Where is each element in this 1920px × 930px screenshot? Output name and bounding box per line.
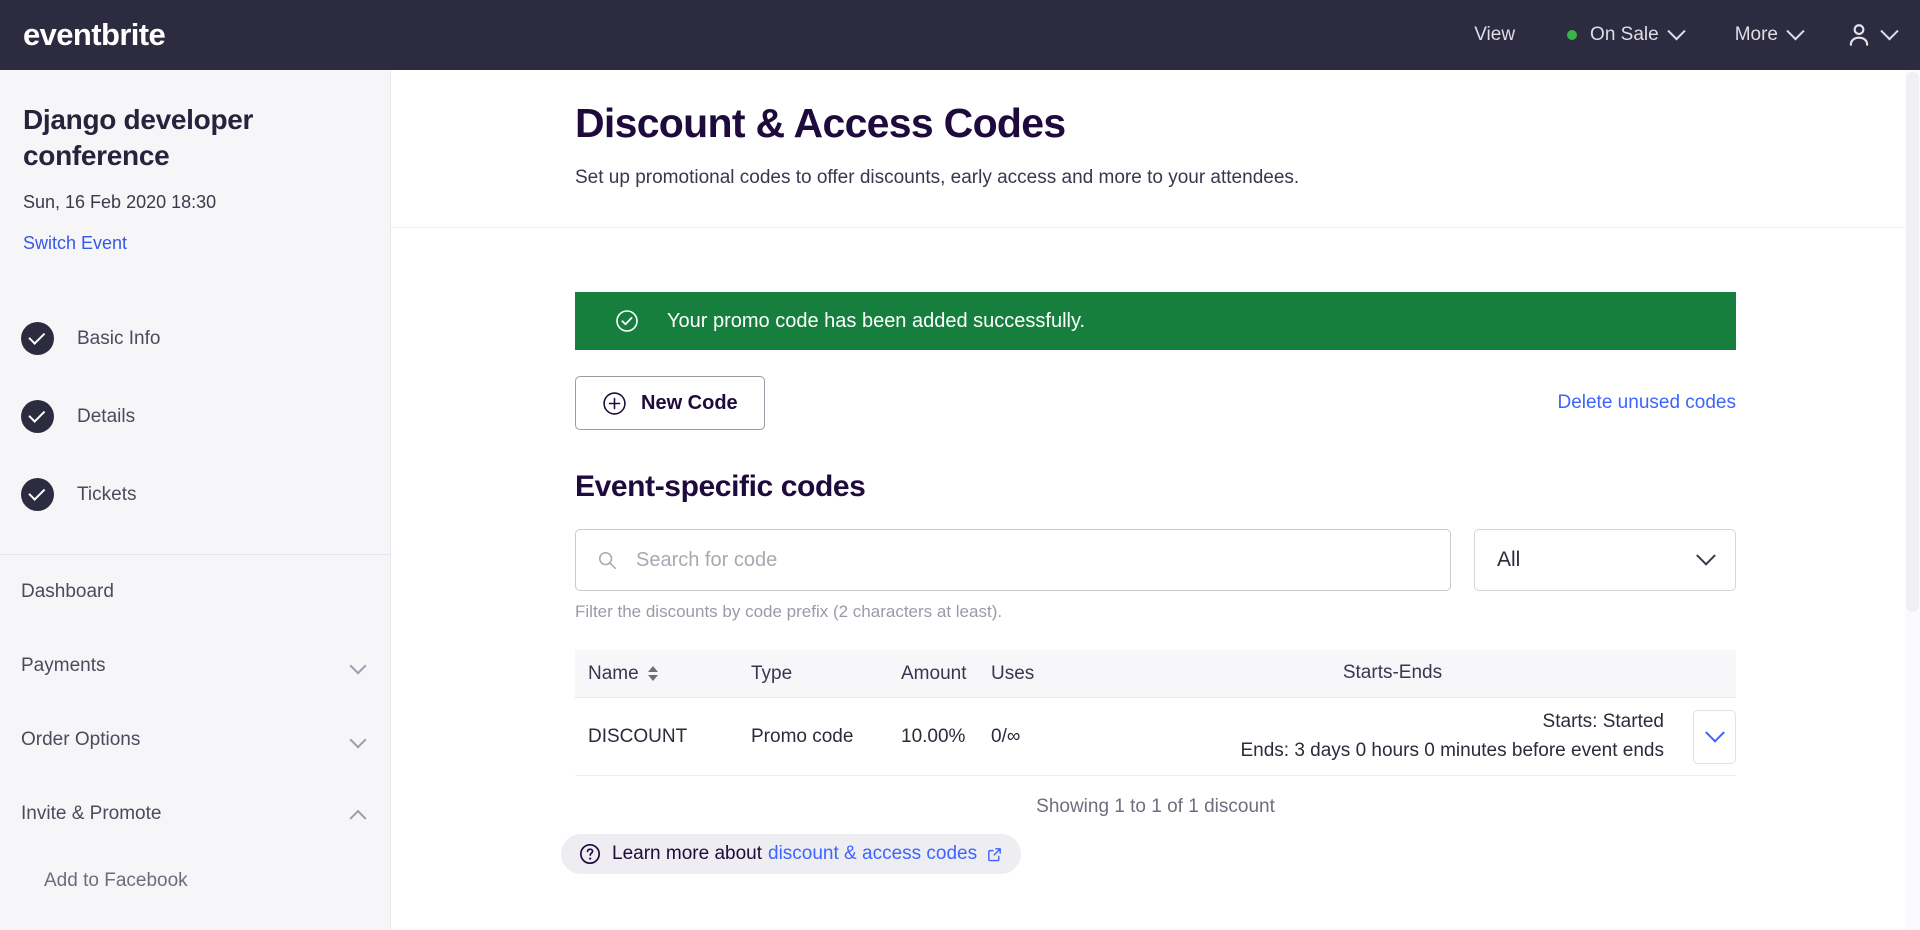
table-header-row: Name Type Amount Uses Starts-Ends	[575, 650, 1736, 698]
success-alert-message: Your promo code has been added successfu…	[667, 309, 1086, 332]
chevron-down-icon	[1667, 21, 1686, 40]
chevron-down-icon	[1786, 21, 1805, 40]
search-box[interactable]	[575, 529, 1451, 591]
cell-ends: Ends: 3 days 0 hours 0 minutes before ev…	[1240, 739, 1664, 761]
expand-row-button[interactable]	[1693, 709, 1736, 764]
check-circle-icon	[616, 310, 638, 332]
eventbrite-logo[interactable]: eventbrite	[23, 17, 166, 53]
actions-row: New Code Delete unused codes	[575, 376, 1736, 430]
row-expand-cell	[1674, 709, 1736, 764]
plus-circle-icon	[603, 391, 626, 415]
sidebar-item-label: Basic Info	[77, 327, 161, 349]
cell-starts: Starts: Started	[1542, 711, 1664, 732]
delete-unused-codes-link[interactable]: Delete unused codes	[1557, 392, 1736, 414]
page-title: Discount & Access Codes	[575, 100, 1066, 146]
column-header-name-label: Name	[588, 662, 639, 684]
chevron-down-icon	[349, 731, 367, 749]
top-navigation-bar: eventbrite View On Sale More	[0, 0, 1920, 70]
table-row: DISCOUNT Promo code 10.00% 0/∞ Starts: S…	[575, 698, 1736, 776]
search-column: Filter the discounts by code prefix (2 c…	[575, 529, 1451, 622]
column-header-uses: Uses	[991, 662, 1035, 684]
event-date: Sun, 16 Feb 2020 18:30	[23, 191, 217, 212]
column-header-starts-ends: Starts-Ends	[1342, 662, 1443, 684]
discount-access-codes-link[interactable]: discount & access codes	[768, 843, 977, 865]
learn-more-banner: Learn more about discount & access codes	[561, 834, 1022, 874]
topnav-on-sale[interactable]: On Sale	[1541, 0, 1709, 70]
sidebar-item-label: Invite & Promote	[21, 802, 162, 824]
main-content: Discount & Access Codes Set up promotion…	[391, 70, 1920, 930]
sidebar-item-label: Order Options	[21, 728, 141, 750]
event-title: Django developer conference	[23, 104, 254, 171]
new-code-button-label: New Code	[641, 391, 738, 414]
learn-more-text: Learn more about	[612, 843, 762, 864]
sidebar-item-label: Payments	[21, 654, 106, 676]
question-circle-icon	[580, 844, 600, 864]
discount-codes-table: Name Type Amount Uses Starts-Ends DISCOU…	[575, 650, 1736, 818]
chevron-down-icon	[1704, 722, 1725, 743]
sort-icon[interactable]	[647, 666, 658, 681]
sidebar-item-details[interactable]: Details	[0, 378, 390, 456]
status-dot-icon	[1567, 30, 1578, 40]
sidebar-item-label: Add to Facebook	[44, 869, 188, 891]
page-subtitle: Set up promotional codes to offer discou…	[575, 167, 1300, 188]
sidebar-item-label: Tickets	[77, 483, 137, 505]
chevron-down-icon	[1880, 21, 1899, 40]
sidebar-item-invite-promote[interactable]: Invite & Promote	[0, 777, 390, 851]
sidebar-item-dashboard[interactable]: Dashboard	[0, 555, 390, 629]
column-header-name[interactable]: Name	[575, 663, 751, 685]
sidebar-item-basic-info[interactable]: Basic Info	[0, 300, 390, 378]
check-circle-icon	[21, 400, 54, 434]
column-header-type: Type	[751, 662, 793, 684]
sidebar-item-label: Details	[77, 405, 136, 427]
chevron-down-icon	[1696, 545, 1716, 566]
top-nav-items: View On Sale More	[1448, 0, 1920, 70]
sidebar-item-order-options[interactable]: Order Options	[0, 703, 390, 777]
filter-select-value: All	[1497, 548, 1521, 571]
cell-amount: 10.00%	[901, 725, 966, 747]
chevron-down-icon	[349, 657, 367, 675]
search-icon	[598, 551, 617, 570]
sidebar-item-label: Dashboard	[21, 580, 114, 602]
search-helper-text: Filter the discounts by code prefix (2 c…	[575, 602, 1003, 621]
section-title: Event-specific codes	[575, 470, 866, 503]
account-menu-button[interactable]	[1828, 0, 1920, 70]
topnav-on-sale-label: On Sale	[1590, 24, 1659, 45]
person-icon	[1849, 24, 1869, 46]
sidebar-item-payments[interactable]: Payments	[0, 629, 390, 703]
setup-steps: Basic Info Details Tickets	[0, 300, 390, 534]
topnav-more-label: More	[1734, 24, 1778, 45]
cell-type: Promo code	[751, 725, 854, 747]
cell-name: DISCOUNT	[588, 725, 688, 747]
external-link-icon	[988, 847, 1001, 861]
sidebar-item-tickets[interactable]: Tickets	[0, 456, 390, 534]
topnav-view-label: View	[1474, 24, 1516, 45]
page-header: Discount & Access Codes Set up promotion…	[391, 70, 1920, 189]
table-showing-count: Showing 1 to 1 of 1 discount	[1036, 796, 1275, 817]
content-area: Your promo code has been added successfu…	[391, 292, 1920, 874]
switch-event-link[interactable]: Switch Event	[23, 233, 127, 254]
sidebar: Django developer conference Sun, 16 Feb …	[0, 70, 391, 930]
check-circle-icon	[21, 322, 54, 356]
column-header-amount: Amount	[901, 662, 967, 684]
topnav-more[interactable]: More	[1709, 0, 1828, 70]
sidebar-item-add-to-facebook[interactable]: Add to Facebook	[0, 851, 390, 911]
header-divider	[391, 227, 1920, 228]
cell-uses: 0/∞	[991, 725, 1021, 747]
check-circle-icon	[21, 478, 54, 512]
filter-select[interactable]: All	[1474, 529, 1736, 591]
page-scrollbar-thumb[interactable]	[1906, 72, 1919, 612]
search-input[interactable]	[636, 548, 1430, 572]
success-alert: Your promo code has been added successfu…	[575, 292, 1736, 350]
new-code-button[interactable]: New Code	[575, 376, 765, 430]
filter-select-column: All	[1474, 529, 1736, 591]
cell-starts-ends: Starts: Started Ends: 3 days 0 hours 0 m…	[1111, 708, 1674, 765]
topnav-view[interactable]: View	[1448, 0, 1541, 70]
filter-row: Filter the discounts by code prefix (2 c…	[575, 529, 1736, 622]
chevron-up-icon	[349, 809, 367, 827]
